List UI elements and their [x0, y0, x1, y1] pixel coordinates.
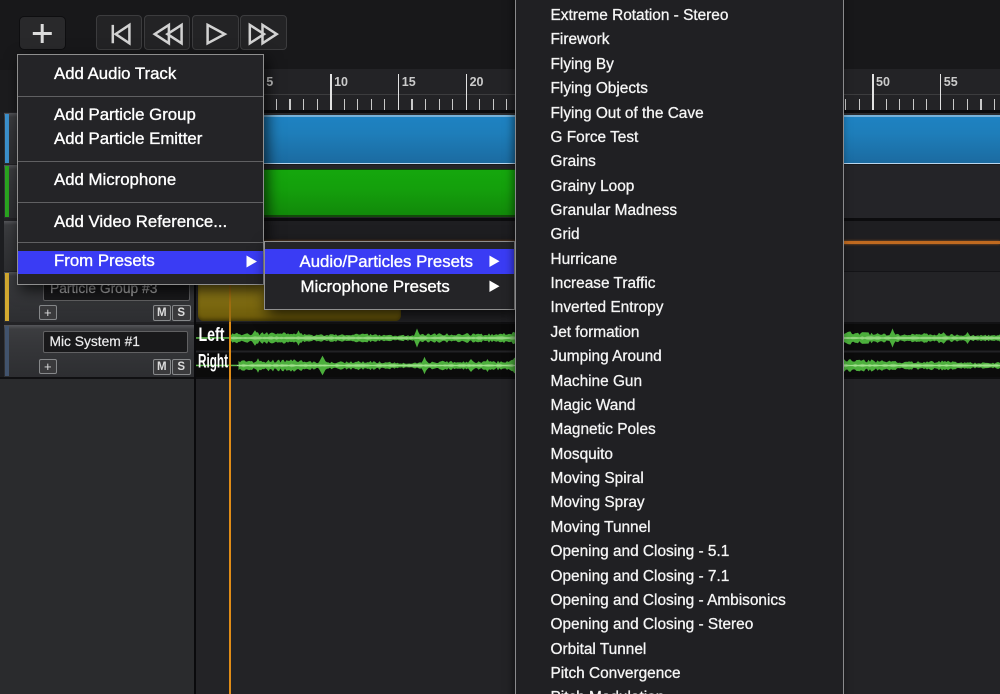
svg-text:Right: Right — [198, 351, 228, 372]
svg-text:Left: Left — [199, 325, 226, 346]
